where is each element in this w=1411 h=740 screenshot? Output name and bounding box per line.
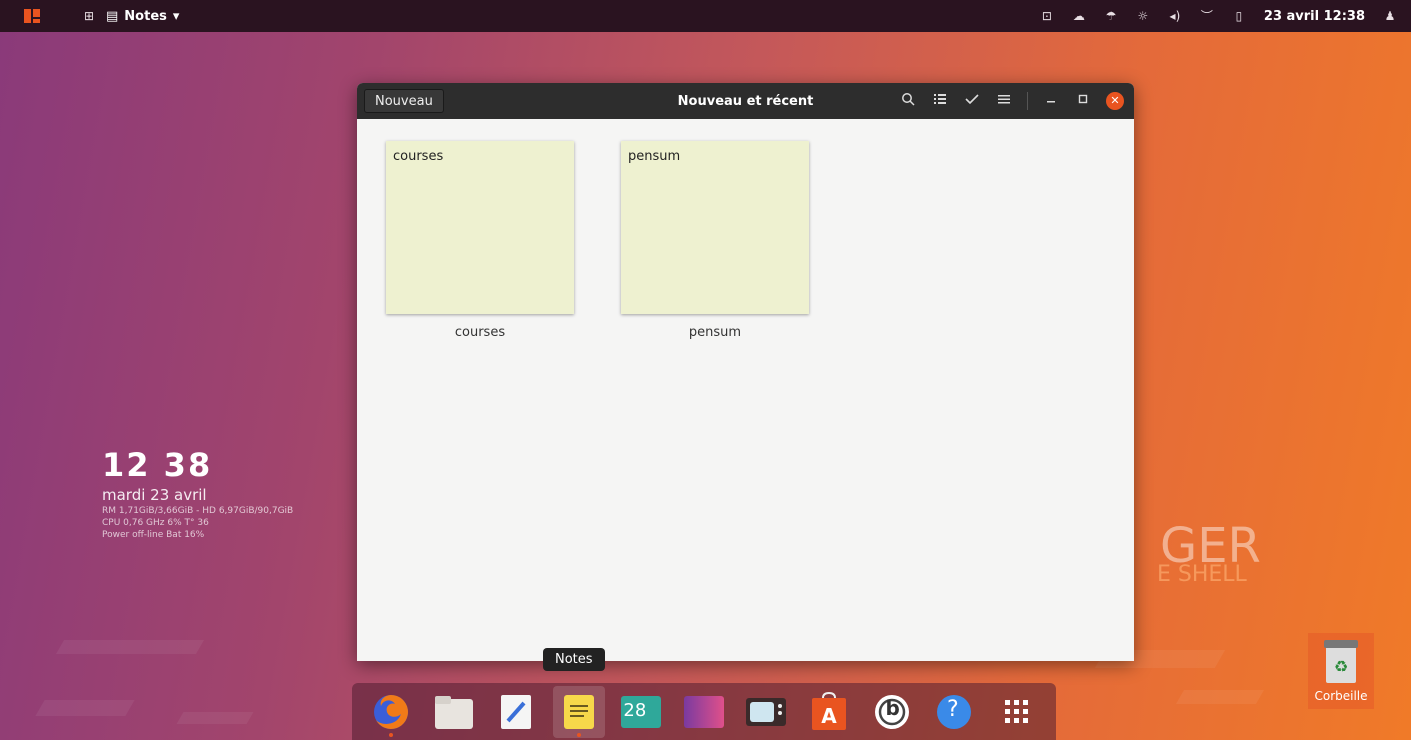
- note-card-courses[interactable]: courses: [386, 141, 574, 314]
- note-preview-text: courses: [393, 149, 444, 164]
- dock-tv[interactable]: [740, 686, 792, 738]
- software-center-icon: A: [811, 691, 846, 730]
- top-panel: ⊞ ▤ Notes ▾ ⊡ ☁ ☂ ☼ ◂) ︶ ▯ 23 avril 12:3…: [0, 0, 1411, 32]
- header-bar: Nouveau Nouveau et récent ✕: [357, 83, 1134, 119]
- widget-cpu: CPU 0,76 GHz 6% T° 36: [102, 518, 209, 528]
- calendar-day: 28: [623, 699, 647, 721]
- dock-calendar[interactable]: 28: [615, 686, 667, 738]
- app-grid-icon: [1004, 699, 1028, 723]
- wallpaper-subtitle: E SHELL: [1157, 562, 1247, 587]
- firefox-icon: [374, 694, 409, 729]
- wifi-icon[interactable]: ︶: [1200, 9, 1214, 23]
- wallpaper-shape: [55, 640, 205, 654]
- tv-icon: [746, 697, 787, 726]
- widget-power: Power off-line Bat 16%: [102, 530, 205, 540]
- system-monitor-widget: 12 38 mardi 23 avril RM 1,71GiB/3,66GiB …: [102, 446, 293, 540]
- dock-firefox[interactable]: [365, 686, 417, 738]
- dock-boxes[interactable]: [678, 686, 730, 738]
- app-menu-label: Notes: [124, 8, 167, 24]
- note-title-label[interactable]: courses: [386, 325, 574, 340]
- notes-grid: courses courses pensum pensum: [357, 119, 1134, 661]
- cloud-icon[interactable]: ☁: [1072, 9, 1086, 23]
- notes-icon: [563, 694, 594, 729]
- activities-icon[interactable]: [24, 9, 40, 23]
- help-glyph: ?: [947, 696, 959, 722]
- brightness-icon[interactable]: ☼: [1136, 9, 1150, 23]
- maximize-icon[interactable]: [1074, 92, 1092, 110]
- note-title-label[interactable]: pensum: [621, 325, 809, 340]
- svg-text:A: A: [821, 704, 837, 728]
- user-icon[interactable]: ♟: [1383, 9, 1397, 23]
- dock-help[interactable]: ?: [928, 686, 980, 738]
- running-indicator: [576, 732, 581, 737]
- wallpaper-shape: [1175, 690, 1265, 704]
- note-preview-text: pensum: [628, 149, 681, 164]
- dock-tooltip: Notes: [543, 648, 605, 671]
- clock-label[interactable]: 23 avril 12:38: [1264, 9, 1365, 24]
- dock-notes[interactable]: [552, 685, 605, 738]
- dock-show-apps[interactable]: [991, 686, 1043, 738]
- widget-ram: RM 1,71GiB/3,66GiB - HD 6,97GiB/90,7GiB: [102, 506, 294, 516]
- toolbar-separator: [1027, 92, 1028, 110]
- volume-icon[interactable]: ◂): [1168, 9, 1182, 23]
- list-view-icon[interactable]: [931, 92, 949, 110]
- dock: 28 A b ?: [352, 683, 1056, 740]
- text-editor-icon: [501, 694, 532, 729]
- note-card-pensum[interactable]: pensum: [621, 141, 809, 314]
- search-icon[interactable]: [899, 92, 917, 110]
- notes-window: Nouveau Nouveau et récent ✕ courses cour…: [357, 83, 1134, 661]
- dock-text-editor[interactable]: [490, 686, 542, 738]
- wallpaper-shape: [35, 700, 135, 716]
- notes-app-icon: ▤: [106, 8, 119, 24]
- folder-icon: [434, 695, 473, 729]
- minimize-icon[interactable]: [1042, 92, 1060, 110]
- dock-files[interactable]: [428, 686, 480, 738]
- widget-date: mardi 23 avril: [102, 486, 207, 504]
- trash-label: Corbeille: [1314, 689, 1368, 703]
- boxes-icon: [683, 695, 724, 728]
- widget-time: 12 38: [102, 446, 213, 484]
- app-menu[interactable]: ▤ Notes ▾: [106, 9, 179, 24]
- trash-icon: ♻: [1324, 640, 1358, 683]
- chevron-down-icon: ▾: [172, 8, 180, 24]
- desktop-trash[interactable]: ♻ Corbeille: [1308, 633, 1374, 709]
- select-checkmark-icon[interactable]: [963, 92, 981, 110]
- battery-icon[interactable]: ▯: [1232, 9, 1246, 23]
- running-indicator: [389, 732, 394, 737]
- hamburger-menu-icon[interactable]: [995, 92, 1013, 110]
- wallpaper-shape: [176, 712, 254, 724]
- budgie-glyph: b: [885, 695, 900, 720]
- dock-budgie[interactable]: b: [866, 686, 918, 738]
- terminal-icon[interactable]: ⊡: [1040, 9, 1054, 23]
- dock-software[interactable]: A: [803, 686, 855, 738]
- app-grid-icon[interactable]: ⊞: [82, 9, 96, 23]
- close-icon[interactable]: ✕: [1106, 92, 1124, 110]
- weather-icon[interactable]: ☂: [1104, 9, 1118, 23]
